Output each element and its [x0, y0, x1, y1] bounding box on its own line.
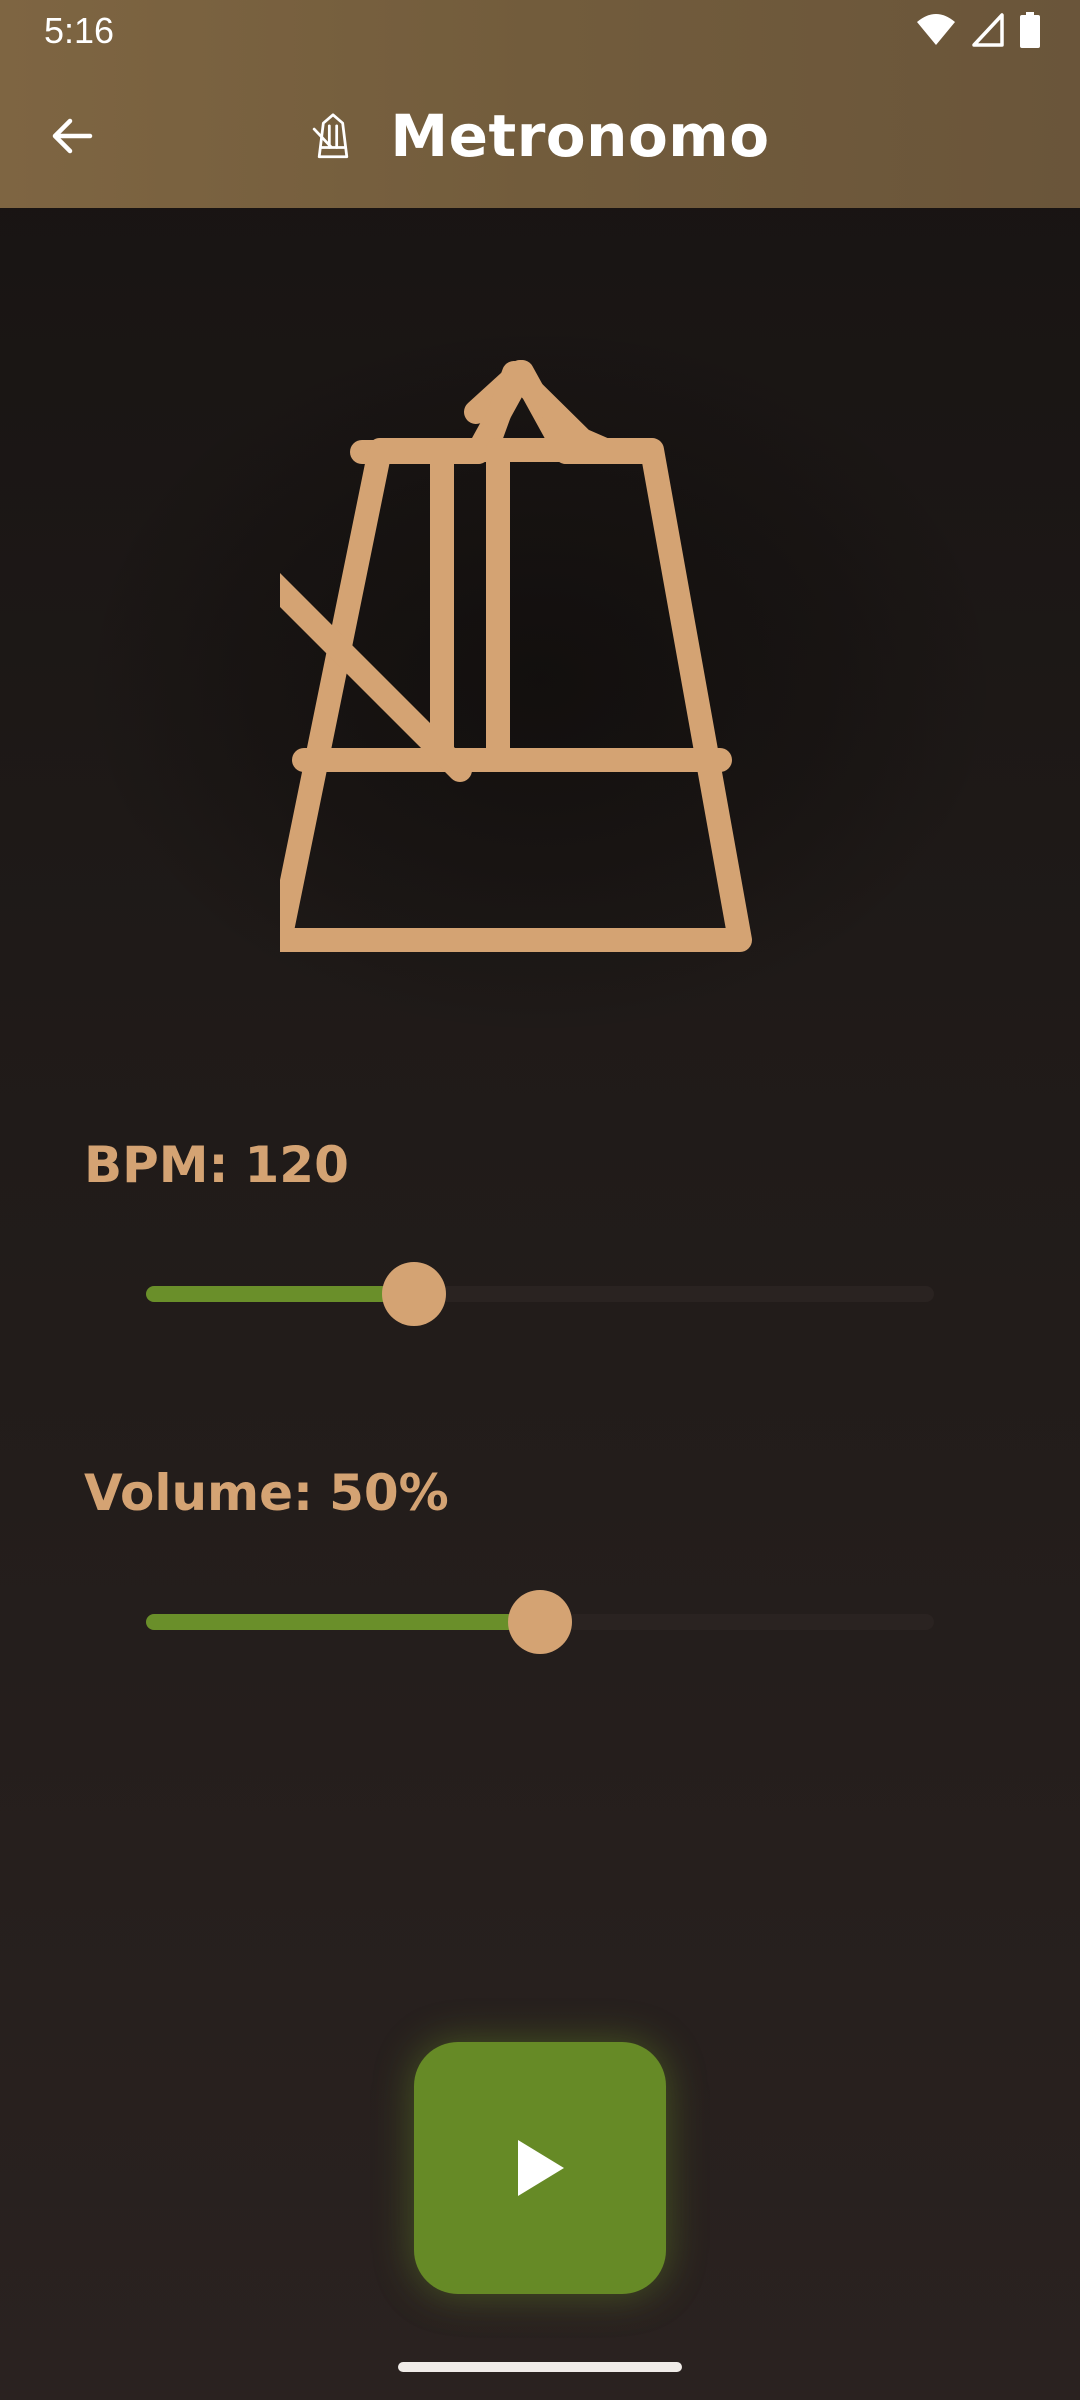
app-title: Metronomo: [0, 96, 1080, 176]
bpm-label-text: BPM:: [84, 1136, 229, 1194]
cellular-signal-icon: [972, 13, 1004, 47]
bpm-slider-thumb[interactable]: [382, 1262, 446, 1326]
play-button[interactable]: [414, 2042, 666, 2294]
volume-slider-fill: [146, 1614, 540, 1630]
status-time: 5:16: [44, 10, 115, 51]
battery-icon: [1020, 12, 1040, 48]
page-title: Metronomo: [390, 102, 770, 170]
volume-label: Volume: 50%: [84, 1464, 449, 1522]
volume-value: 50%: [329, 1464, 449, 1522]
volume-label-text: Volume:: [84, 1464, 314, 1522]
volume-slider[interactable]: [146, 1590, 934, 1654]
volume-slider-thumb[interactable]: [508, 1590, 572, 1654]
bpm-label: BPM: 120: [84, 1136, 349, 1194]
home-indicator: [398, 2362, 682, 2372]
status-icons: [916, 12, 1040, 48]
bpm-slider[interactable]: [146, 1262, 934, 1326]
status-bar: 5:16: [0, 0, 1080, 62]
bpm-value: 120: [244, 1136, 349, 1194]
metronome-icon: [280, 360, 752, 952]
bpm-slider-fill: [146, 1286, 414, 1302]
play-icon: [518, 2140, 564, 2196]
metronome-icon: [313, 113, 349, 159]
wifi-icon: [917, 14, 955, 45]
app-bar: 5:16 Metronomo: [0, 0, 1080, 208]
